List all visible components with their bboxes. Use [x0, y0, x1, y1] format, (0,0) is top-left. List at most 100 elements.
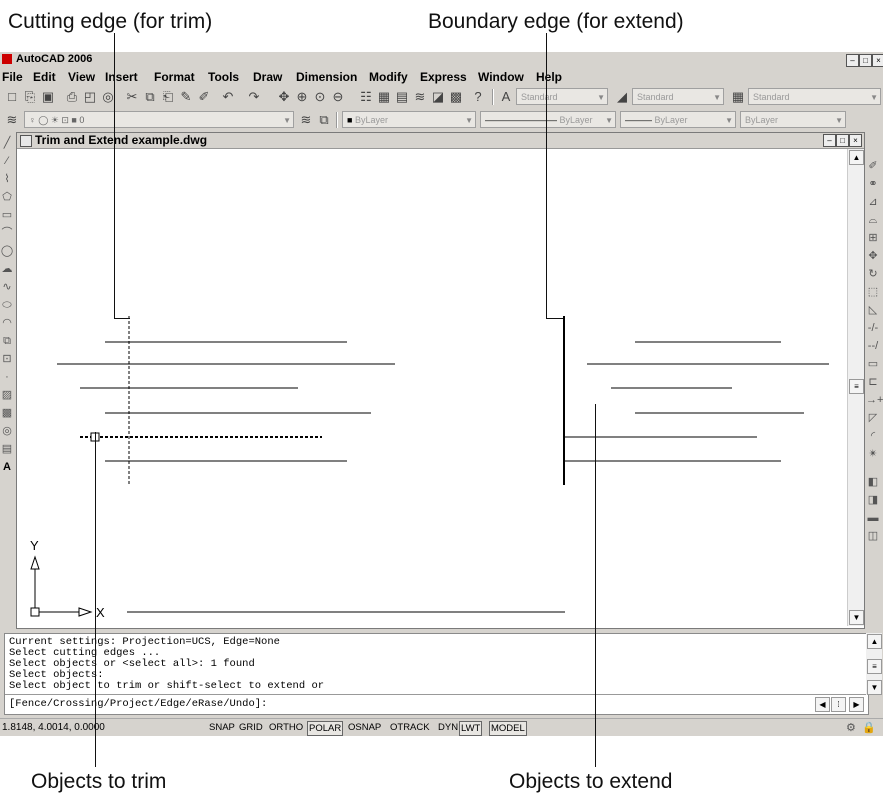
menu-insert[interactable]: Insert: [105, 70, 138, 84]
scroll-left-button[interactable]: ◀: [815, 697, 830, 712]
construction-line-icon[interactable]: ⁄: [0, 152, 14, 170]
redo-icon[interactable]: ↷: [246, 89, 262, 105]
color-select[interactable]: ■ ByLayer ▼: [342, 111, 476, 128]
new-icon[interactable]: □: [4, 89, 20, 105]
cmd-scroll-up-button[interactable]: ▲: [867, 634, 882, 649]
circle-icon[interactable]: ◯: [0, 242, 14, 260]
grid-toggle[interactable]: GRID: [238, 721, 264, 734]
array-icon[interactable]: ⊞: [866, 229, 880, 247]
menu-tools[interactable]: Tools: [208, 70, 239, 84]
menu-edit[interactable]: Edit: [33, 70, 56, 84]
drawing-canvas[interactable]: Y X: [17, 149, 847, 626]
scroll-up-button[interactable]: ▲: [849, 150, 864, 165]
text-style-select[interactable]: Standard ▼: [516, 88, 608, 105]
scale-icon[interactable]: ⬚: [866, 283, 880, 301]
polar-toggle[interactable]: POLAR: [307, 721, 344, 736]
calculator-icon[interactable]: ▩: [448, 89, 464, 105]
stretch-icon[interactable]: ◺: [866, 301, 880, 319]
tool-palettes-icon[interactable]: ▤: [394, 89, 410, 105]
help-icon[interactable]: ?: [470, 89, 486, 105]
dim-style-select[interactable]: Standard ▼: [632, 88, 724, 105]
snap-toggle[interactable]: SNAP: [208, 721, 236, 734]
move-icon[interactable]: ✥: [866, 247, 880, 265]
menu-modify[interactable]: Modify: [369, 70, 408, 84]
offset-icon[interactable]: ⌓: [866, 211, 880, 229]
spline-icon[interactable]: ∿: [0, 278, 14, 296]
sheet-set-icon[interactable]: ≋: [412, 89, 428, 105]
model-toggle[interactable]: MODEL: [489, 721, 527, 736]
table-icon[interactable]: ▤: [0, 440, 14, 458]
linetype-select[interactable]: ———————— ByLayer ▼: [480, 111, 616, 128]
draworder-back-icon[interactable]: ◨: [866, 491, 880, 509]
minimize-button[interactable]: –: [846, 54, 859, 67]
paste-icon[interactable]: ⎗: [160, 89, 176, 105]
erase-icon[interactable]: ✐: [866, 157, 880, 175]
dyn-toggle[interactable]: DYN: [437, 721, 459, 734]
arc-icon[interactable]: ⌒: [0, 224, 14, 242]
open-icon[interactable]: ⎘: [22, 89, 38, 105]
draworder-below-icon[interactable]: ◫: [866, 527, 880, 545]
ellipse-icon[interactable]: ⬭: [0, 296, 14, 314]
make-block-icon[interactable]: ⊡: [0, 350, 14, 368]
chamfer-icon[interactable]: ◸: [866, 409, 880, 427]
zoom-window-icon[interactable]: ⊙: [312, 89, 328, 105]
polygon-icon[interactable]: ⬠: [0, 188, 14, 206]
menu-draw[interactable]: Draw: [253, 70, 282, 84]
plotstyle-select[interactable]: ByLayer ▼: [740, 111, 846, 128]
draworder-above-icon[interactable]: ▬: [866, 509, 880, 527]
copy-object-icon[interactable]: ⚭: [866, 175, 880, 193]
ortho-toggle[interactable]: ORTHO: [268, 721, 304, 734]
communication-center-icon[interactable]: ⚙: [846, 721, 856, 734]
rectangle-icon[interactable]: ▭: [0, 206, 14, 224]
fillet-icon[interactable]: ◜: [866, 427, 880, 445]
layer-previous-icon[interactable]: ⧉: [316, 112, 332, 128]
menu-dimension[interactable]: Dimension: [296, 70, 357, 84]
menu-view[interactable]: View: [68, 70, 95, 84]
gradient-icon[interactable]: ▩: [0, 404, 14, 422]
vertical-scrollbar[interactable]: ▲ ≡ ▼: [847, 149, 864, 626]
command-hscroll[interactable]: ◀ ⁞ ▶: [815, 697, 865, 712]
join-icon[interactable]: →+: [866, 391, 883, 409]
drawing-close-button[interactable]: ×: [849, 134, 862, 147]
save-icon[interactable]: ▣: [40, 89, 56, 105]
point-icon[interactable]: ·: [0, 368, 14, 386]
table-style-select[interactable]: Standard ▼: [748, 88, 881, 105]
close-button[interactable]: ×: [872, 54, 883, 67]
trim-icon[interactable]: -/-: [866, 319, 880, 337]
region-icon[interactable]: ◎: [0, 422, 14, 440]
cmd-scroll-down-button[interactable]: ▼: [867, 680, 882, 695]
copy-icon[interactable]: ⧉: [142, 89, 158, 105]
polyline-icon[interactable]: ⌇: [0, 170, 14, 188]
menu-format[interactable]: Format: [154, 70, 195, 84]
match-properties-icon[interactable]: ✎: [178, 89, 194, 105]
osnap-toggle[interactable]: OSNAP: [347, 721, 382, 734]
menu-window[interactable]: Window: [478, 70, 524, 84]
scroll-down-button[interactable]: ▼: [849, 610, 864, 625]
zoom-realtime-icon[interactable]: ⊕: [294, 89, 310, 105]
break-at-point-icon[interactable]: ▭: [866, 355, 880, 373]
revision-cloud-icon[interactable]: ☁: [0, 260, 14, 278]
text-style-icon[interactable]: A: [498, 89, 514, 105]
rotate-icon[interactable]: ↻: [866, 265, 880, 283]
draworder-front-icon[interactable]: ◧: [866, 473, 880, 491]
pan-icon[interactable]: ✥: [276, 89, 292, 105]
make-current-layer-icon[interactable]: ≋: [298, 112, 314, 128]
explode-icon[interactable]: ✴: [866, 445, 880, 463]
otrack-toggle[interactable]: OTRACK: [389, 721, 431, 734]
hscroll-thumb[interactable]: ⁞: [831, 697, 846, 712]
insert-block-icon[interactable]: ⧉: [0, 332, 14, 350]
table-style-icon[interactable]: ▦: [730, 89, 746, 105]
menu-file[interactable]: File: [2, 70, 23, 84]
mirror-icon[interactable]: ⊿: [866, 193, 880, 211]
markup-icon[interactable]: ◪: [430, 89, 446, 105]
drawing-minimize-button[interactable]: –: [823, 134, 836, 147]
maximize-button[interactable]: □: [859, 54, 872, 67]
layer-manager-icon[interactable]: ≋: [4, 112, 20, 128]
command-scrollbar[interactable]: ▲ ≡ ▼: [866, 633, 882, 695]
menu-express[interactable]: Express: [420, 70, 467, 84]
lock-icon[interactable]: 🔒: [862, 721, 876, 734]
undo-icon[interactable]: ↶: [220, 89, 236, 105]
design-center-icon[interactable]: ▦: [376, 89, 392, 105]
cmd-scroll-thumb[interactable]: ≡: [867, 659, 882, 674]
cut-icon[interactable]: ✂: [124, 89, 140, 105]
